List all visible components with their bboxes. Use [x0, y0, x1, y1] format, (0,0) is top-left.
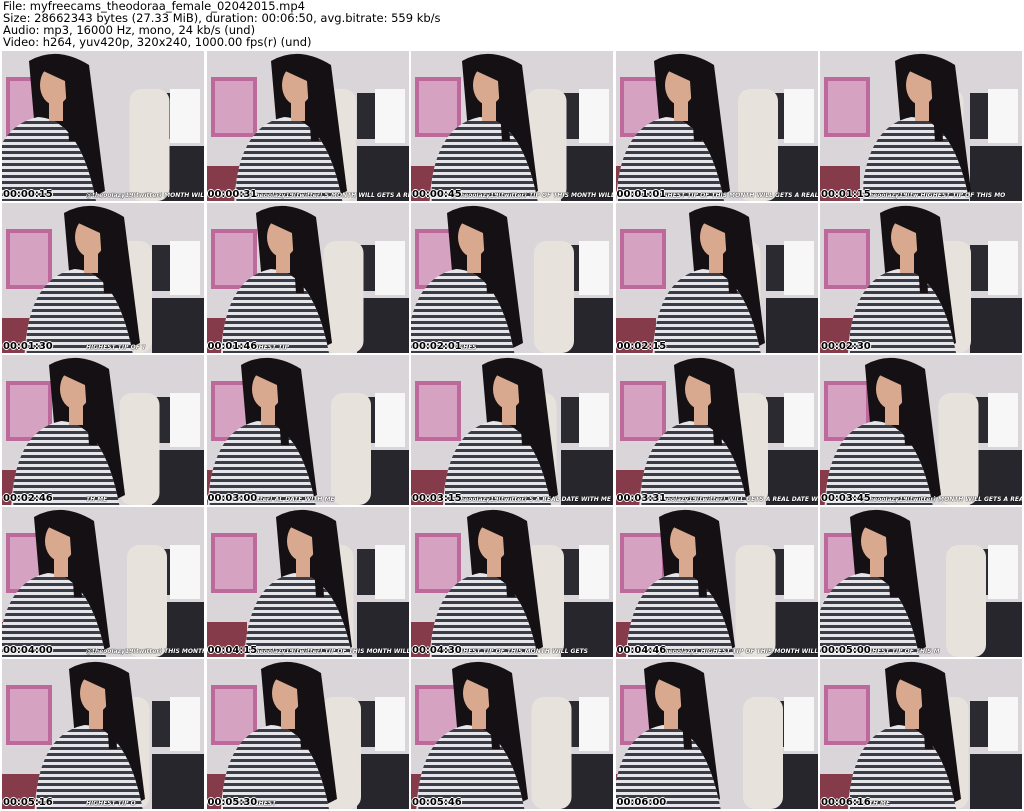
file-info-header: File: myfreecams_theodoraa_female_020420…	[3, 0, 1021, 50]
video-thumbnail[interactable]: @theoolazy19(twitter) S MONTH WILL GETS …	[206, 51, 409, 201]
thumbnail-scene	[820, 659, 1022, 809]
thumbnail-scene	[206, 203, 409, 353]
thumbnail-scene	[2, 507, 204, 657]
video-thumbnail[interactable]: 00:02:15	[615, 203, 818, 353]
thumbnail-grid: @theoolazy19(twitter) MONTH WILL GETS A …	[2, 51, 1022, 811]
overlay-caption: @theoolazy19(twitter) S MONTH WILL GETS …	[246, 192, 409, 199]
frame-timestamp: 00:02:01	[412, 341, 462, 352]
overlay-caption: twitter) AL DATE WITH ME	[246, 496, 335, 503]
video-thumbnail[interactable]: @theoolazy19(twitter) MONTH WILL GETS A …	[2, 51, 204, 201]
thumbnail-scene	[2, 659, 204, 809]
overlay-caption: @theoolazy19(twitter) THIS MONTH WILL GE…	[86, 648, 204, 655]
video-thumbnail[interactable]: @theoolazy19(twitter) TIP OF THIS MONTH …	[206, 507, 409, 657]
video-thumbnail[interactable]: HI 00:05:46	[411, 659, 613, 809]
frame-timestamp: 00:03:45	[821, 493, 871, 504]
thumbnail-scene	[2, 51, 204, 201]
overlay-caption: @theoolazy19(twitter) TIP OF THIS MONTH …	[246, 648, 409, 655]
video-thumbnail[interactable]: HIGHEST TIP OF T 00:01:30	[2, 203, 204, 353]
thumbnail-scene	[2, 355, 204, 505]
overlay-caption: HIGHEST TIP OF THIS M	[860, 648, 940, 655]
thumbnail-scene	[615, 355, 818, 505]
thumbnail-scene	[411, 51, 613, 201]
frame-timestamp: 00:05:16	[3, 797, 53, 808]
frame-timestamp: 00:00:31	[207, 189, 258, 200]
video-thumbnail[interactable]: @theoolazy19(twitter) TIP OF THIS MONTH …	[411, 51, 613, 201]
thumbnail-scene	[411, 507, 613, 657]
frame-timestamp: 00:04:15	[207, 645, 258, 656]
thumbnail-scene	[615, 659, 818, 809]
video-thumbnail[interactable]: HIGHEST TIP 00:01:46	[206, 203, 409, 353]
video-thumbnail[interactable]: HIGHEST TIP OF THIS MONTH WILL GETS 00:04…	[411, 507, 613, 657]
overlay-caption: @theoolazy19(twitter) MONTH WILL GETS A …	[86, 192, 204, 199]
thumbnail-scene	[615, 51, 818, 201]
overlay-caption: @theoolazy1 HIGHEST TIP OF THIS MONTH WI…	[655, 648, 818, 655]
thumbnail-scene	[820, 51, 1022, 201]
frame-timestamp: 00:02:46	[3, 493, 53, 504]
video-thumbnail[interactable]: theoolazy19(twitter) WILL GETS A REAL DA…	[615, 355, 818, 505]
frame-timestamp: 00:02:15	[616, 341, 667, 352]
frame-timestamp: 00:01:46	[207, 341, 258, 352]
thumbnail-scene	[206, 507, 409, 657]
video-thumbnail[interactable]: @theoolazy19(twitter) S A REAL DATE WITH…	[411, 355, 613, 505]
overlay-caption: @theoolazy19(twitter) S A REAL DATE WITH…	[451, 496, 611, 503]
overlay-caption: @theoolazy19(twitter) MONTH WILL GETS A …	[860, 496, 1022, 503]
frame-timestamp: 00:03:15	[412, 493, 462, 504]
frame-timestamp: 00:03:00	[207, 493, 258, 504]
frame-timestamp: 00:04:30	[412, 645, 462, 656]
thumbnail-scene	[615, 507, 818, 657]
video-thumbnail[interactable]: @theoolazy1 HIGHEST TIP OF THIS MONTH WI…	[615, 507, 818, 657]
overlay-caption: theoolazy19(twitter) WILL GETS A REAL DA…	[655, 496, 818, 503]
video-thumbnail[interactable]: twitter) AL DATE WITH ME 00:03:00	[206, 355, 409, 505]
frame-timestamp: 00:01:30	[3, 341, 53, 352]
overlay-caption: HIGHEST TIP OF T	[86, 344, 146, 351]
thumbnail-scene	[411, 659, 613, 809]
thumbnail-scene	[820, 203, 1022, 353]
video-info-line: Video: h264, yuv420p, 320x240, 1000.00 f…	[3, 35, 312, 49]
video-thumbnail[interactable]: @theoolazy19(twitter) MONTH WILL GETS A …	[820, 355, 1022, 505]
video-thumbnail[interactable]: HIGHEST TIP OF THIS M 00:05:00	[820, 507, 1022, 657]
overlay-caption: HIGHEST TIP O	[86, 800, 136, 807]
thumbnail-scene	[411, 355, 613, 505]
video-thumbnail[interactable]: HE 00:02:30	[820, 203, 1022, 353]
frame-timestamp: 00:04:00	[3, 645, 53, 656]
video-thumbnail[interactable]: HIGHES 00:02:01	[411, 203, 613, 353]
video-thumbnail[interactable]: @theoolazy19(twitter) THIS MONTH WILL GE…	[2, 507, 204, 657]
frame-timestamp: 00:03:31	[616, 493, 667, 504]
frame-timestamp: 00:05:00	[821, 645, 871, 656]
video-thumbnail[interactable]: HIGHEST TIP O 00:05:16	[2, 659, 204, 809]
frame-timestamp: 00:00:15	[3, 189, 53, 200]
frame-timestamp: 00:02:30	[821, 341, 871, 352]
frame-timestamp: 00:01:15	[821, 189, 871, 200]
thumbnail-scene	[411, 203, 613, 353]
frame-timestamp: 00:06:16	[821, 797, 871, 808]
thumbnail-scene	[206, 659, 409, 809]
overlay-caption: TH ME	[86, 496, 108, 503]
overlay-caption: @theoolazy19(tw HIGHEST TIP OF THIS MO	[860, 192, 1006, 199]
thumbnail-scene	[206, 51, 409, 201]
thumbnail-scene	[820, 507, 1022, 657]
thumbnail-scene	[615, 203, 818, 353]
video-thumbnail[interactable]: HIGHEST TIP OF THIS MONTH WILL GETS A RE…	[615, 51, 818, 201]
video-thumbnail[interactable]: TH ME 00:02:46	[2, 355, 204, 505]
video-thumbnail[interactable]: WITH ME 00:06:16	[820, 659, 1022, 809]
overlay-caption: HIGHEST TIP OF THIS MONTH WILL GETS A RE…	[655, 192, 818, 199]
video-thumbnail[interactable]: 00:06:00	[615, 659, 818, 809]
frame-timestamp: 00:05:30	[207, 797, 258, 808]
frame-timestamp: 00:01:01	[616, 189, 667, 200]
thumbnail-scene	[820, 355, 1022, 505]
overlay-caption: HIGHEST TIP OF THIS MONTH WILL GETS	[451, 648, 588, 655]
overlay-caption: @theoolazy19(twitter) TIP OF THIS MONTH …	[451, 192, 613, 199]
thumbnail-scene	[206, 355, 409, 505]
frame-timestamp: 00:05:46	[412, 797, 462, 808]
video-thumbnail[interactable]: HIGHEST 00:05:30	[206, 659, 409, 809]
frame-timestamp: 00:06:00	[616, 797, 667, 808]
thumbnail-scene	[2, 203, 204, 353]
video-thumbnail[interactable]: @theoolazy19(tw HIGHEST TIP OF THIS MO 00…	[820, 51, 1022, 201]
frame-timestamp: 00:04:46	[616, 645, 667, 656]
frame-timestamp: 00:00:45	[412, 189, 462, 200]
